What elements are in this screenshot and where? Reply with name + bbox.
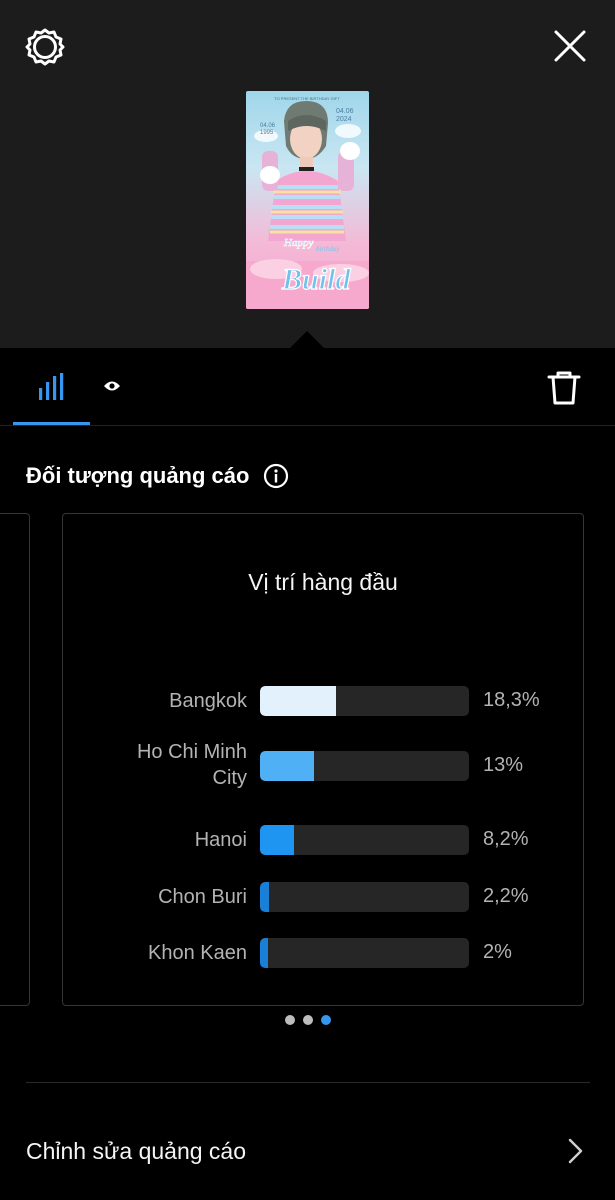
value-label: 2,2% — [483, 885, 529, 907]
close-button[interactable] — [548, 24, 592, 68]
delete-button[interactable] — [544, 368, 584, 408]
chevron-right-icon — [568, 1138, 583, 1164]
tab-bar — [0, 348, 615, 426]
thumbnail-pointer — [290, 331, 324, 348]
value-label: 2% — [483, 941, 512, 963]
top-locations-card[interactable]: Vị trí hàng đầu Bangkok 18,3% Ho Chi Minh … — [62, 513, 584, 1006]
bar — [260, 938, 268, 968]
close-icon — [554, 30, 586, 62]
edit-ad-row[interactable]: Chỉnh sửa quảng cáo — [0, 1118, 615, 1184]
ad-thumbnail-image: TO PRESENT THE BIRTHDAY GIFT 04.06 1995 … — [246, 96, 369, 309]
category-label: Chon Buri — [158, 886, 247, 908]
tab-preview[interactable] — [98, 372, 126, 400]
category-label: Hanoi — [194, 829, 247, 851]
audience-title: Đối tượng quảng cáo — [26, 463, 250, 488]
value-label: 13% — [483, 754, 524, 776]
bar-track — [260, 751, 469, 781]
value-label: 8,2% — [483, 828, 529, 850]
audience-section-header: Đối tượng quảng cáo — [26, 460, 289, 492]
pager-dot[interactable] — [303, 1015, 313, 1025]
trash-icon — [547, 371, 581, 405]
divider — [26, 1082, 590, 1083]
category-label: Ho Chi Minh City — [136, 741, 247, 789]
previous-audience-card[interactable] — [0, 513, 30, 1006]
carousel-pager — [285, 1015, 331, 1025]
ad-preview-area: TO PRESENT THE BIRTHDAY GIFT 04.06 1995 … — [0, 0, 615, 348]
svg-text:1995: 1995 — [260, 130, 274, 136]
svg-text:2024: 2024 — [336, 116, 352, 123]
pager-dot[interactable] — [285, 1015, 295, 1025]
bar-track — [260, 938, 469, 968]
bar — [260, 751, 314, 781]
value-label: 18,3% — [483, 689, 540, 711]
svg-text:Build: Build — [281, 263, 351, 296]
settings-icon — [25, 28, 65, 66]
info-icon[interactable] — [263, 463, 289, 489]
insights-panel: Đối tượng quảng cáo Vị trí hàng đầu Bang… — [0, 348, 615, 1200]
thumb-top-text: TO PRESENT THE BIRTHDAY GIFT — [274, 96, 340, 101]
edit-ad-label: Chỉnh sửa quảng cáo — [26, 1138, 246, 1164]
eye-icon — [104, 381, 120, 391]
bar — [260, 686, 336, 716]
svg-text:04.06: 04.06 — [260, 123, 276, 129]
bar — [260, 882, 269, 912]
bar — [260, 825, 294, 855]
svg-text:Happy: Happy — [283, 237, 313, 249]
ad-thumbnail[interactable]: TO PRESENT THE BIRTHDAY GIFT 04.06 1995 … — [246, 91, 369, 309]
settings-button[interactable] — [22, 24, 68, 70]
svg-text:04.06: 04.06 — [336, 108, 354, 115]
active-tab-indicator — [13, 422, 90, 425]
tab-statistics[interactable] — [13, 348, 90, 425]
category-label: Bangkok — [169, 690, 247, 712]
bar-chart-icon — [38, 372, 63, 400]
category-label: Khon Kaen — [148, 942, 247, 964]
bar-track — [260, 825, 469, 855]
card-title: Vị trí hàng đầu — [248, 569, 398, 595]
bar-track — [260, 882, 469, 912]
pager-dot-active[interactable] — [321, 1015, 331, 1025]
bar-track — [260, 686, 469, 716]
svg-text:birthday: birthday — [316, 245, 341, 253]
